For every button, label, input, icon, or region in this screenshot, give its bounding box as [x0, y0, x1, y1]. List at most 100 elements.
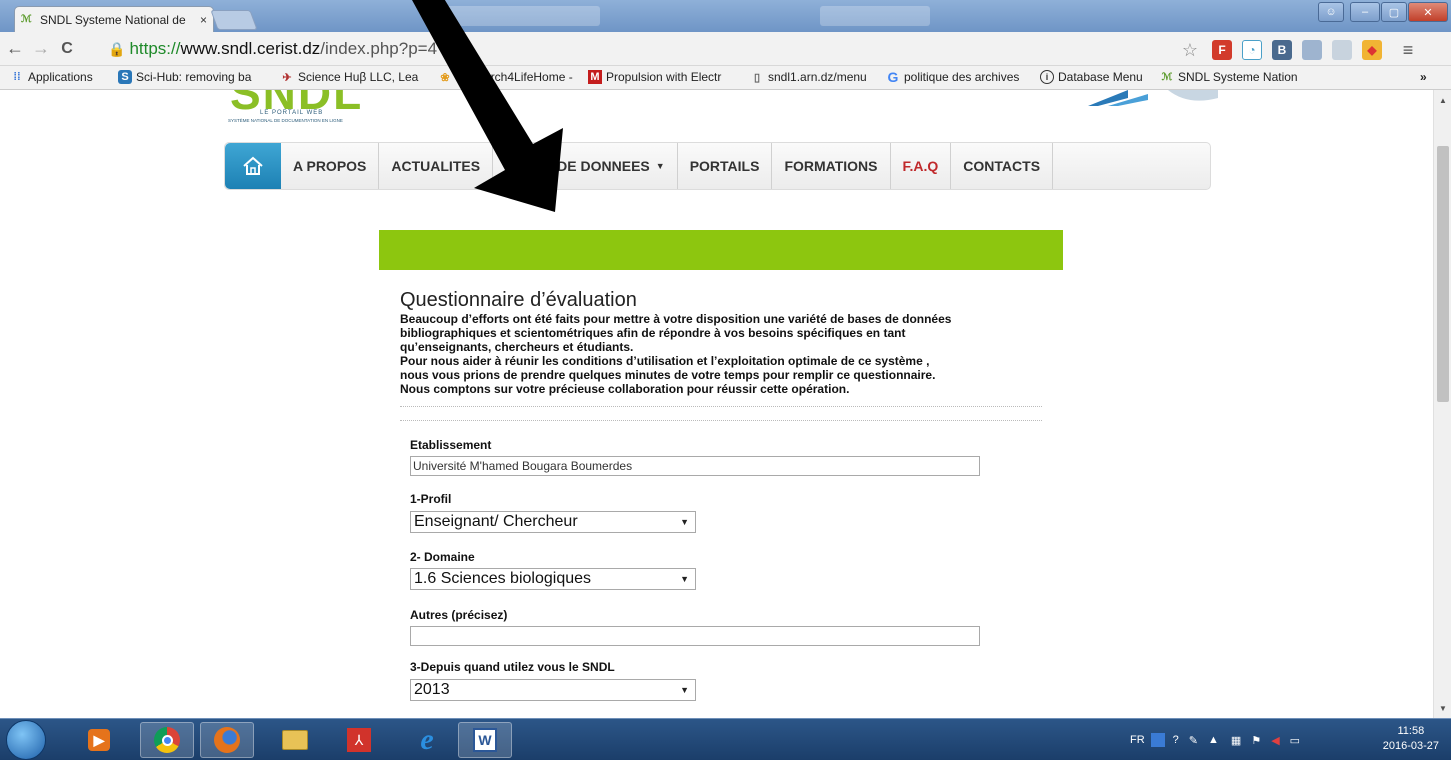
bookmark-item[interactable]: ⁞⁞ Applications	[10, 70, 92, 84]
bookmark-item[interactable]: ❀ Research4LifeHome -	[438, 70, 573, 84]
bookmarks-bar: ⁞⁞ Applications S Sci-Hub: removing ba ✈…	[0, 66, 1451, 90]
user-icon[interactable]: ☺	[1318, 2, 1344, 22]
bookmark-label: Propulsion with Electr	[606, 70, 722, 84]
flag-icon[interactable]: ⚑	[1251, 734, 1261, 747]
network-icon[interactable]: ▦	[1231, 734, 1241, 747]
scroll-up-icon[interactable]: ▲	[1439, 96, 1447, 105]
chrome-icon[interactable]	[140, 722, 194, 758]
minimize-button[interactable]: ‒	[1350, 2, 1380, 22]
scihub-icon: S	[118, 70, 132, 84]
extension-doc-icon[interactable]	[1302, 40, 1322, 60]
nav-item-formations[interactable]: FORMATIONS	[772, 143, 891, 189]
extension-circle-icon[interactable]: ◔	[1242, 40, 1262, 60]
address-bar[interactable]: 🔒 https:// www.sndl.cerist.dz /index.php…	[108, 36, 1200, 62]
chrome-menu-icon[interactable]: ≡	[1398, 40, 1418, 60]
green-banner	[379, 230, 1063, 270]
nav-item-portails[interactable]: PORTAILS	[678, 143, 773, 189]
divider	[400, 420, 1042, 421]
vertical-scrollbar[interactable]: ▲ ▼	[1433, 90, 1451, 718]
file-explorer-icon[interactable]	[268, 722, 322, 758]
home-button[interactable]	[225, 143, 281, 189]
autres-input[interactable]	[410, 626, 980, 646]
nav-item-actualites[interactable]: ACTUALITES	[379, 143, 494, 189]
logo-subtitle-2: SYSTÈME NATIONAL DE DOCUMENTATION EN LIG…	[228, 118, 343, 123]
keyboard-icon[interactable]	[1150, 733, 1165, 747]
background-window-blur	[440, 6, 600, 26]
mendeley-icon: M	[588, 70, 602, 84]
scrollbar-thumb[interactable]	[1437, 146, 1449, 402]
bookmark-item[interactable]: ✈ Science Huβ LLC, Lea	[280, 70, 418, 84]
etablissement-input[interactable]	[410, 456, 980, 476]
language-indicator[interactable]: FR	[1130, 734, 1145, 746]
start-button[interactable]	[6, 720, 46, 760]
domaine-label: 2- Domaine	[410, 550, 475, 564]
help-icon[interactable]: ?	[1173, 734, 1179, 746]
sndl-icon: ℳ	[1161, 71, 1173, 83]
maximize-button[interactable]: ▢	[1381, 2, 1407, 22]
bookmark-item[interactable]: i Database Menu	[1040, 70, 1143, 84]
nav-item-a-propos[interactable]: A PROPOS	[281, 143, 380, 189]
word-icon[interactable]: W	[458, 722, 512, 758]
nav-item-contacts[interactable]: CONTACTS	[951, 143, 1054, 189]
acrobat-icon[interactable]: ⅄	[332, 722, 386, 758]
page-viewport: SNDL LE PORTAIL WEB SYSTÈME NATIONAL DE …	[0, 90, 1433, 718]
extension-b-icon[interactable]: B	[1272, 40, 1292, 60]
bookmark-item[interactable]: M Propulsion with Electr	[588, 70, 721, 84]
clock[interactable]: 11:58 2016-03-27	[1383, 724, 1439, 754]
tab-close-icon[interactable]: ×	[200, 13, 207, 27]
questionnaire-form: Questionnaire d’évaluation Beaucoup d’ef…	[400, 288, 1042, 716]
etablissement-label: Etablissement	[410, 438, 492, 452]
show-hidden-icons-icon[interactable]: ▲	[1208, 734, 1219, 746]
sndl-favicon-icon: ℳ	[21, 13, 32, 25]
browser-tab[interactable]: ℳ SNDL Systeme National de ×	[14, 6, 214, 32]
chevron-down-icon: ▼	[655, 161, 665, 171]
bookmark-item[interactable]: G politique des archives	[886, 69, 1020, 85]
lock-icon: 🔒	[108, 40, 126, 57]
extension-f-icon[interactable]: F	[1212, 40, 1232, 60]
media-player-icon[interactable]: ▶	[72, 722, 126, 758]
browser-tab-strip: ℳ SNDL Systeme National de × ☺ ‒ ▢ ✕	[0, 0, 1451, 32]
forward-button[interactable]: →	[30, 38, 52, 59]
bookmarks-overflow-button[interactable]: »	[1420, 70, 1427, 84]
depuis-value: 2013	[414, 681, 450, 698]
main-nav: A PROPOS ACTUALITES BASES DE DONNEES ▼ PO…	[224, 142, 1211, 190]
windows-taskbar: ▶ ⅄ e W FR ? ✎ ▲ ▦ ⚑ ◀ ▭ 11:58 2016-03-2…	[0, 718, 1451, 760]
profil-label: 1-Profil	[410, 492, 452, 506]
partner-logo	[1088, 90, 1218, 106]
clock-time: 11:58	[1397, 725, 1425, 737]
nav-item-bases-de-donnees[interactable]: BASES DE DONNEES ▼	[493, 143, 678, 189]
home-icon	[243, 156, 263, 175]
close-window-button[interactable]: ✕	[1408, 2, 1448, 22]
nav-item-faq[interactable]: F.A.Q	[891, 143, 952, 189]
domaine-select[interactable]: 1.6 Sciences biologiques ▼	[410, 568, 696, 590]
bookmark-item[interactable]: S Sci-Hub: removing ba	[118, 70, 251, 84]
form-title: Questionnaire d’évaluation	[400, 289, 637, 311]
firefox-icon[interactable]	[200, 722, 254, 758]
reload-button[interactable]: C	[56, 40, 78, 58]
internet-explorer-icon[interactable]: e	[400, 722, 454, 758]
pen-icon[interactable]: ✎	[1189, 734, 1198, 747]
bookmark-label: Research4LifeHome -	[456, 70, 573, 84]
extension-grid-icon[interactable]	[1332, 40, 1352, 60]
extension-bird-icon[interactable]: ◆	[1362, 40, 1382, 60]
bookmark-item[interactable]: ℳ SNDL Systeme Nation	[1160, 70, 1298, 84]
profil-select[interactable]: Enseignant/ Chercheur ▼	[410, 511, 696, 533]
logo-subtitle: LE PORTAIL WEB	[260, 110, 324, 116]
form-intro: Beaucoup d’efforts ont été faits pour me…	[400, 312, 952, 396]
scroll-down-icon[interactable]: ▼	[1439, 704, 1447, 713]
sndl-logo[interactable]: SNDL LE PORTAIL WEB SYSTÈME NATIONAL DE …	[228, 90, 370, 124]
bookmark-label: Science Huβ LLC, Lea	[298, 70, 419, 84]
bookmark-label: sndl1.arn.dz/menu	[768, 70, 867, 84]
info-icon: i	[1040, 70, 1054, 84]
depuis-select[interactable]: 2013 ▼	[410, 679, 696, 701]
clock-date: 2016-03-27	[1382, 740, 1439, 752]
volume-muted-icon[interactable]: ◀	[1271, 734, 1279, 747]
background-window-blur	[820, 6, 930, 26]
new-tab-button[interactable]	[210, 10, 258, 30]
bookmark-item[interactable]: ▯ sndl1.arn.dz/menu	[750, 70, 867, 84]
research4life-icon: ❀	[440, 71, 450, 84]
bookmark-label: SNDL Systeme Nation	[1178, 70, 1298, 84]
bookmark-star-icon[interactable]: ☆	[1180, 40, 1200, 60]
back-button[interactable]: ←	[4, 38, 26, 59]
action-center-icon[interactable]: ▭	[1290, 734, 1300, 747]
